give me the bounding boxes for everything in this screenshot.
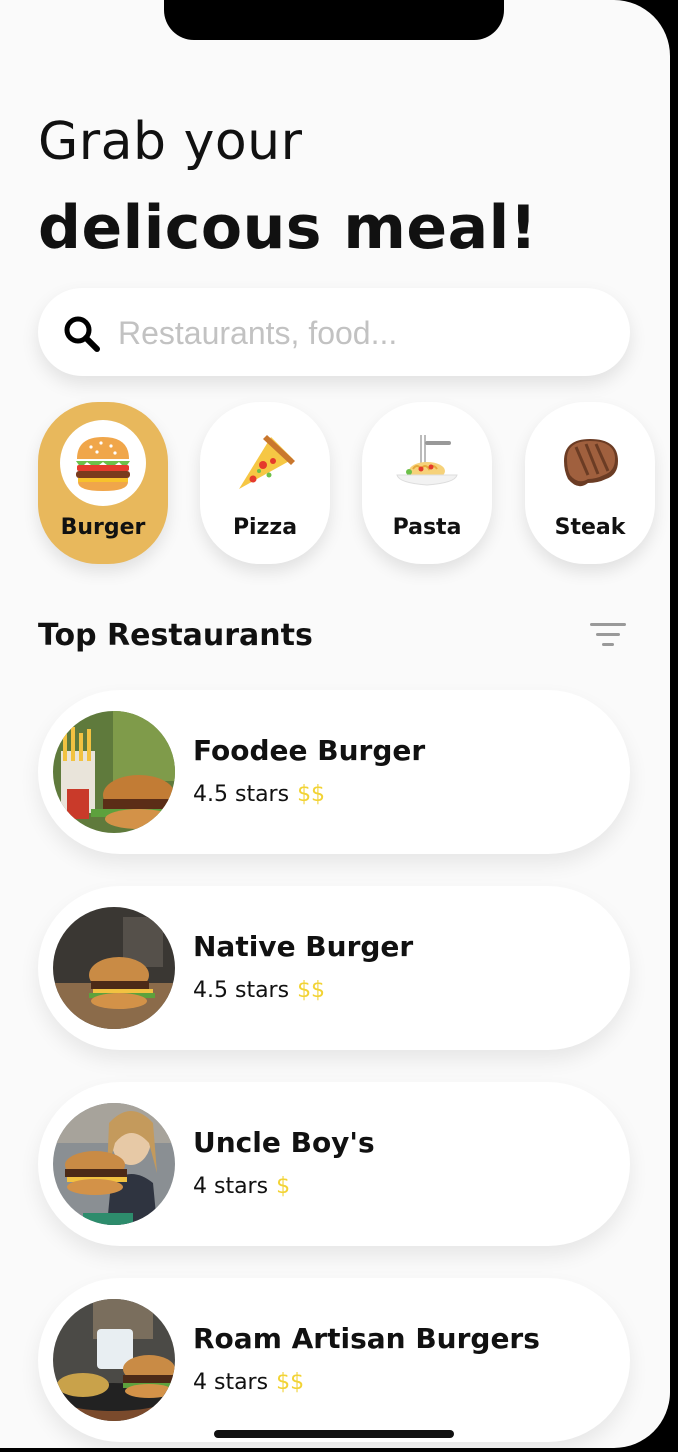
- restaurant-meta: 4.5 stars $$: [193, 978, 325, 1003]
- category-pasta[interactable]: Pasta: [362, 402, 492, 564]
- restaurant-price: $$: [276, 1370, 305, 1395]
- restaurant-price: $: [276, 1174, 291, 1199]
- steak-icon: [564, 439, 618, 487]
- category-label: Steak: [554, 515, 626, 540]
- search-bar[interactable]: [38, 288, 630, 376]
- filter-icon[interactable]: [588, 620, 628, 650]
- restaurant-name: Foodee Burger: [193, 734, 426, 767]
- device-notch: [164, 0, 504, 40]
- restaurant-photo: [53, 907, 175, 1029]
- restaurant-card[interactable]: Native Burger 4.5 stars $$: [38, 886, 630, 1050]
- restaurant-meta: 4 stars $: [193, 1174, 290, 1199]
- home-indicator[interactable]: [214, 1430, 454, 1438]
- pizza-icon: [239, 435, 295, 489]
- restaurant-meta: 4 stars $$: [193, 1370, 304, 1395]
- restaurant-price: $$: [297, 782, 326, 807]
- restaurant-photo: [53, 1103, 175, 1225]
- restaurant-card[interactable]: Uncle Boy's 4 stars $: [38, 1082, 630, 1246]
- restaurant-rating: 4 stars: [193, 1370, 269, 1395]
- category-steak[interactable]: Steak: [525, 402, 655, 564]
- category-icon-background: [222, 420, 308, 506]
- header-title-line1: Grab your: [38, 112, 303, 172]
- restaurant-card[interactable]: Foodee Burger 4.5 stars $$: [38, 690, 630, 854]
- pasta-icon: [396, 435, 458, 486]
- category-label: Pasta: [392, 515, 462, 540]
- category-icon-background: [547, 420, 633, 506]
- restaurant-name: Native Burger: [193, 930, 414, 963]
- restaurant-card[interactable]: Roam Artisan Burgers 4 stars $$: [38, 1278, 630, 1442]
- restaurant-name: Uncle Boy's: [193, 1126, 375, 1159]
- restaurant-rating: 4.5 stars: [193, 978, 290, 1003]
- category-pizza[interactable]: Pizza: [200, 402, 330, 564]
- restaurant-rating: 4.5 stars: [193, 782, 290, 807]
- app-screen: Grab your delicous meal! Burger: [0, 0, 670, 1448]
- burger-icon: [76, 437, 130, 491]
- restaurant-meta: 4.5 stars $$: [193, 782, 325, 807]
- restaurant-price: $$: [297, 978, 326, 1003]
- section-title: Top Restaurants: [38, 618, 313, 653]
- category-icon-background: [60, 420, 146, 506]
- category-icon-background: [384, 420, 470, 506]
- search-input[interactable]: [116, 310, 600, 356]
- search-icon: [64, 316, 100, 352]
- category-burger[interactable]: Burger: [38, 402, 168, 564]
- category-label: Burger: [60, 515, 146, 540]
- header-title-line2: delicous meal!: [38, 193, 538, 263]
- restaurant-photo: [53, 1299, 175, 1421]
- category-label: Pizza: [232, 515, 298, 540]
- restaurant-rating: 4 stars: [193, 1174, 269, 1199]
- restaurant-name: Roam Artisan Burgers: [193, 1322, 540, 1355]
- restaurant-photo: [53, 711, 175, 833]
